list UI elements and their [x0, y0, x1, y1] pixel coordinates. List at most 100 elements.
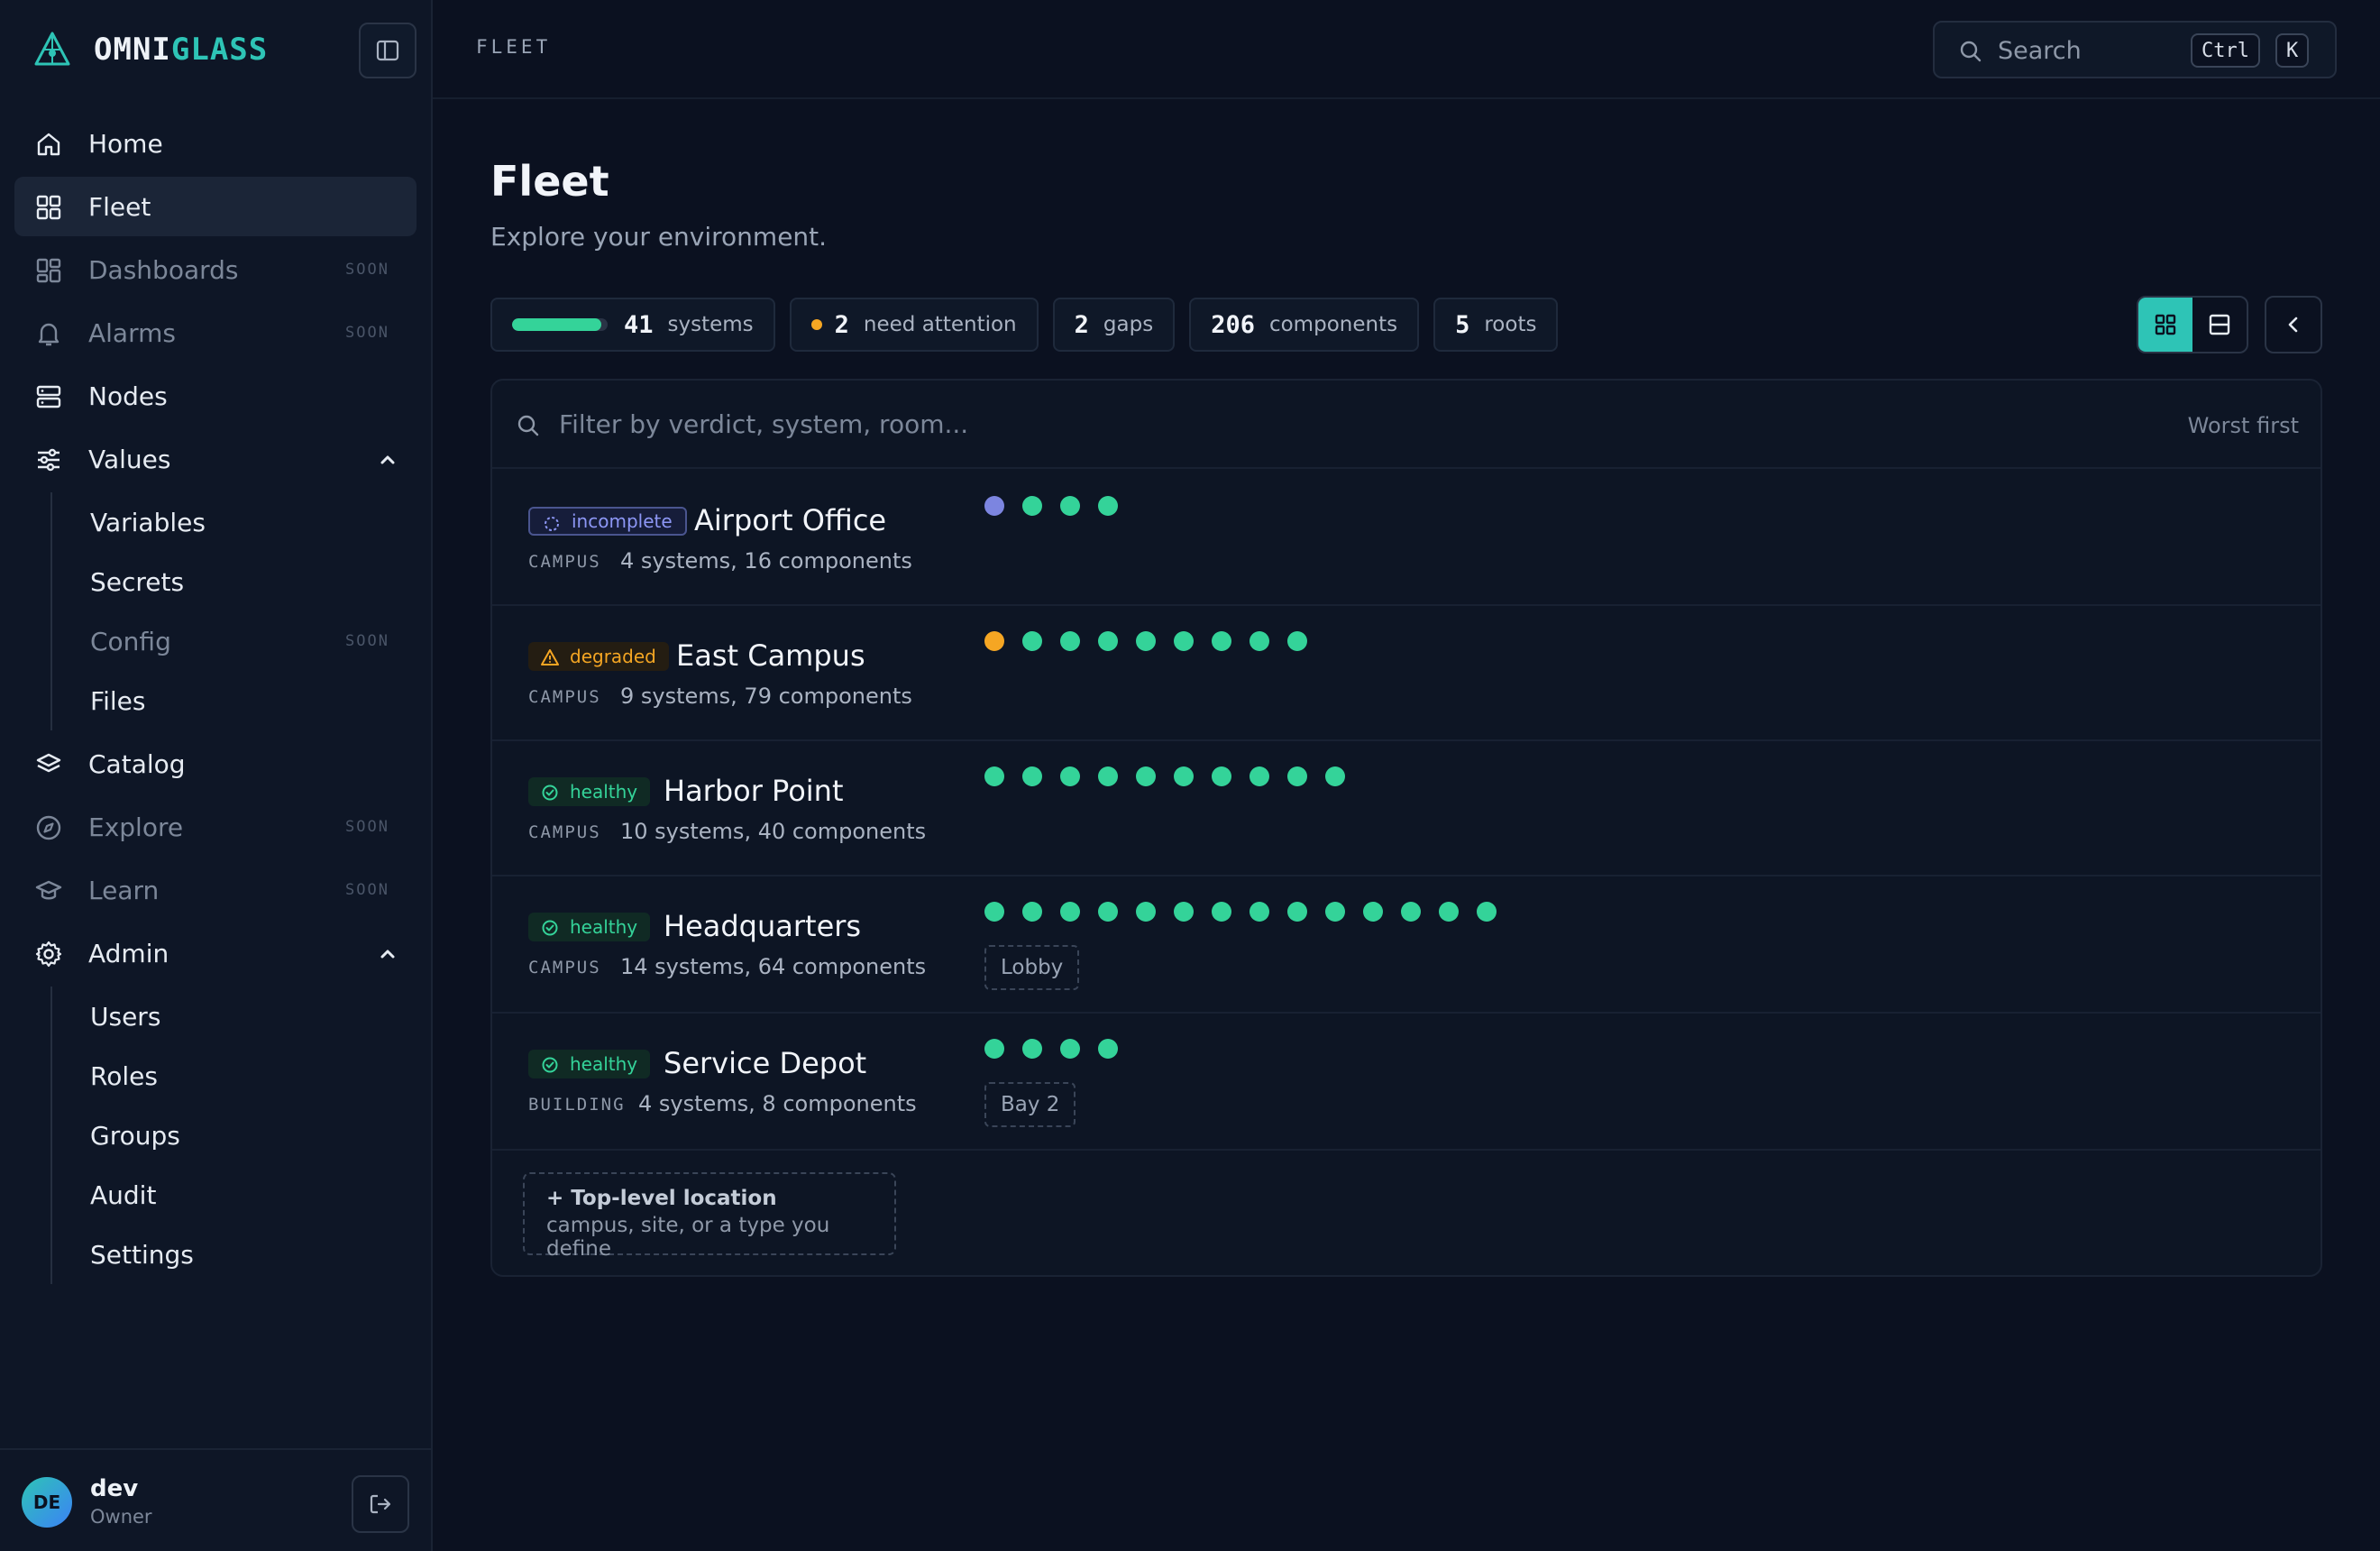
system-status-dot[interactable] — [1022, 631, 1042, 651]
sidebar-item-dashboards[interactable]: Dashboards SOON — [14, 240, 416, 299]
system-status-dot[interactable] — [1477, 902, 1497, 922]
location-row-harbor-point[interactable]: healthy Harbor Point CAMPUS 10 systems, … — [492, 741, 2320, 876]
system-status-dot[interactable] — [1325, 766, 1345, 786]
avatar[interactable]: DE — [22, 1477, 72, 1528]
room-tag[interactable]: Bay 2 — [984, 1082, 1076, 1127]
stat-need-attention[interactable]: 2 need attention — [789, 298, 1039, 352]
split-view-button[interactable] — [2192, 298, 2247, 352]
sidebar-item-nodes[interactable]: Nodes — [14, 366, 416, 426]
sidebar-item-explore[interactable]: Explore SOON — [14, 797, 416, 857]
system-status-dot[interactable] — [1136, 902, 1156, 922]
stat-roots[interactable]: 5 roots — [1433, 298, 1559, 352]
system-status-dot[interactable] — [1212, 766, 1231, 786]
sidebar-item-config[interactable]: Config SOON — [52, 611, 416, 671]
system-status-dot[interactable] — [1098, 766, 1118, 786]
sidebar-item-learn[interactable]: Learn SOON — [14, 860, 416, 920]
sidebar-item-fleet[interactable]: Fleet — [14, 177, 416, 236]
location-name[interactable]: Airport Office — [694, 503, 886, 537]
server-icon — [36, 385, 61, 408]
sidebar-item-catalog[interactable]: Catalog — [14, 734, 416, 794]
system-status-dot[interactable] — [1060, 496, 1080, 516]
sidebar-item-home[interactable]: Home — [14, 114, 416, 173]
system-status-dot[interactable] — [1098, 902, 1118, 922]
sidebar-item-files[interactable]: Files — [52, 671, 416, 730]
system-status-dot[interactable] — [1098, 631, 1118, 651]
location-meta: 4 systems, 8 components — [638, 1091, 917, 1116]
collapse-sidebar-button[interactable] — [359, 23, 416, 78]
system-status-dot[interactable] — [1174, 902, 1194, 922]
brand-logo[interactable]: OMNIGLASS — [32, 27, 268, 72]
location-name[interactable]: Headquarters — [664, 909, 861, 943]
system-status-dot[interactable] — [984, 766, 1004, 786]
search-input[interactable]: Search Ctrl K — [1933, 21, 2337, 78]
logout-button[interactable] — [352, 1475, 409, 1533]
system-status-dot[interactable] — [1363, 902, 1383, 922]
verdict-label: healthy — [570, 916, 638, 938]
system-status-dot[interactable] — [1060, 766, 1080, 786]
system-status-dot[interactable] — [1325, 902, 1345, 922]
system-status-dot[interactable] — [984, 1039, 1004, 1059]
location-name[interactable]: East Campus — [676, 638, 865, 673]
system-status-dot[interactable] — [1212, 902, 1231, 922]
system-status-dot[interactable] — [1060, 631, 1080, 651]
stat-systems[interactable]: 41 systems — [490, 298, 775, 352]
filter-input[interactable]: Filter by verdict, system, room... Worst… — [492, 381, 2320, 469]
compass-icon — [36, 815, 61, 840]
location-row-service-depot[interactable]: healthy Service Depot BUILDING 4 systems… — [492, 1014, 2320, 1151]
add-top-level-location-button[interactable]: + Top-level location campus, site, or a … — [523, 1172, 896, 1261]
sort-dropdown[interactable]: Worst first — [2188, 413, 2299, 438]
location-type: BUILDING — [528, 1095, 626, 1115]
sidebar-item-groups[interactable]: Groups — [52, 1106, 416, 1165]
system-status-dot[interactable] — [984, 496, 1004, 516]
location-row-headquarters[interactable]: healthy Headquarters CAMPUS 14 systems, … — [492, 876, 2320, 1014]
room-tag[interactable]: Lobby — [984, 945, 1080, 990]
system-status-dot[interactable] — [1098, 496, 1118, 516]
location-row-east-campus[interactable]: degraded East Campus CAMPUS 9 systems, 7… — [492, 606, 2320, 741]
location-name[interactable]: Service Depot — [664, 1046, 866, 1080]
sidebar-item-users[interactable]: Users — [52, 987, 416, 1046]
sidebar-item-secrets[interactable]: Secrets — [52, 552, 416, 611]
system-status-dot[interactable] — [1022, 902, 1042, 922]
add-location-hint: campus, site, or a type you define — [546, 1214, 830, 1261]
system-status-dot[interactable] — [1439, 902, 1459, 922]
chevron-up-icon[interactable] — [377, 943, 398, 965]
location-type: CAMPUS — [528, 822, 601, 842]
system-status-dot[interactable] — [1136, 631, 1156, 651]
system-status-dot[interactable] — [1060, 1039, 1080, 1059]
system-status-dot[interactable] — [1287, 766, 1307, 786]
system-status-dot[interactable] — [1136, 766, 1156, 786]
system-status-dot[interactable] — [1401, 902, 1421, 922]
system-status-dot[interactable] — [1022, 766, 1042, 786]
location-name[interactable]: Harbor Point — [664, 774, 844, 808]
system-status-dot[interactable] — [1174, 766, 1194, 786]
system-status-dot[interactable] — [1098, 1039, 1118, 1059]
stat-label: need attention — [863, 313, 1017, 336]
sidebar-item-variables[interactable]: Variables — [52, 492, 416, 552]
system-status-dot[interactable] — [1022, 496, 1042, 516]
sidebar-item-roles[interactable]: Roles — [52, 1046, 416, 1106]
system-status-dot[interactable] — [1022, 1039, 1042, 1059]
system-status-dot[interactable] — [1212, 631, 1231, 651]
sidebar-item-settings[interactable]: Settings — [52, 1225, 416, 1284]
sidebar-item-audit[interactable]: Audit — [52, 1165, 416, 1225]
grid-view-button[interactable] — [2138, 298, 2192, 352]
sidebar-item-values[interactable]: Values — [14, 429, 416, 489]
collapse-panel-button[interactable] — [2265, 296, 2322, 353]
sidebar-item-label: Nodes — [88, 381, 168, 411]
system-status-dot[interactable] — [1287, 902, 1307, 922]
location-row-airport-office[interactable]: incomplete Airport Office CAMPUS 4 syste… — [492, 471, 2320, 606]
system-status-dot[interactable] — [1250, 631, 1269, 651]
system-status-dot[interactable] — [984, 631, 1004, 651]
stat-components[interactable]: 206 components — [1189, 298, 1420, 352]
search-icon — [517, 415, 539, 436]
sidebar-item-alarms[interactable]: Alarms SOON — [14, 303, 416, 363]
system-status-dot[interactable] — [1174, 631, 1194, 651]
system-status-dot[interactable] — [1287, 631, 1307, 651]
system-status-dot[interactable] — [1250, 766, 1269, 786]
system-status-dot[interactable] — [1250, 902, 1269, 922]
stat-gaps[interactable]: 2 gaps — [1052, 298, 1176, 352]
chevron-up-icon[interactable] — [377, 449, 398, 471]
system-status-dot[interactable] — [1060, 902, 1080, 922]
system-status-dot[interactable] — [984, 902, 1004, 922]
sidebar-item-admin[interactable]: Admin — [14, 923, 416, 983]
